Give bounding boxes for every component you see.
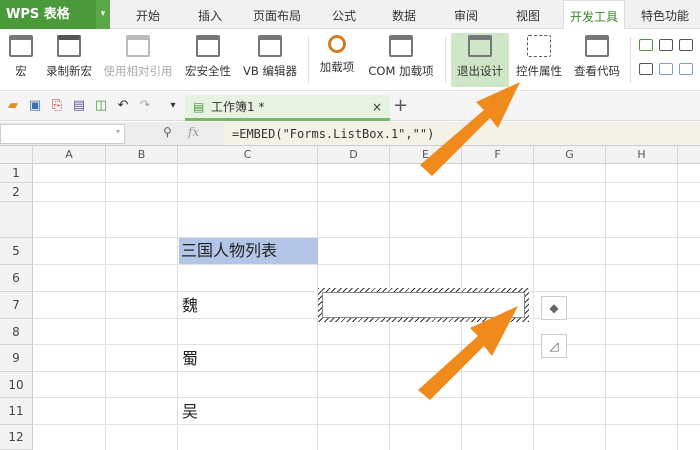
annotation-arrows xyxy=(418,82,520,400)
arrow-icon xyxy=(418,82,520,400)
